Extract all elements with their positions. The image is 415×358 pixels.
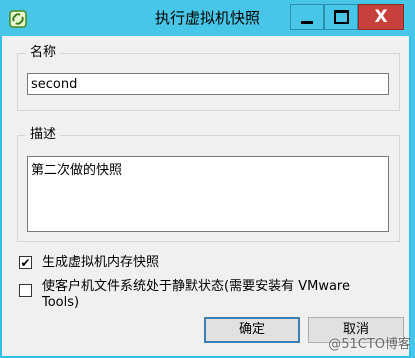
checkmark-icon: ✔ bbox=[20, 255, 31, 270]
quiesce-filesystem-label-line1: 使客户机文件系统处于静默状态(需要安装有 VMware bbox=[42, 279, 350, 294]
close-icon: X bbox=[374, 6, 388, 27]
description-legend: 描述 bbox=[26, 126, 61, 144]
ok-button[interactable]: 确定 bbox=[204, 317, 300, 343]
quiesce-filesystem-checkbox[interactable] bbox=[19, 284, 32, 297]
maximize-button[interactable] bbox=[324, 4, 358, 30]
close-button[interactable]: X bbox=[358, 4, 404, 30]
memory-snapshot-label: 生成虚拟机内存快照 bbox=[42, 255, 160, 270]
name-input[interactable] bbox=[27, 73, 389, 95]
watermark: @51CTO博客 bbox=[328, 337, 411, 352]
title-bar[interactable]: 执行虚拟机快照 X bbox=[0, 0, 415, 36]
maximize-icon bbox=[333, 10, 349, 24]
quiesce-filesystem-label-line2: Tools) bbox=[42, 295, 80, 310]
description-textarea[interactable]: 第二次做的快照 bbox=[27, 156, 389, 232]
minimize-button[interactable] bbox=[290, 4, 324, 30]
memory-snapshot-checkbox[interactable]: ✔ bbox=[19, 256, 32, 269]
name-legend: 名称 bbox=[26, 44, 61, 62]
minimize-icon bbox=[301, 20, 313, 24]
